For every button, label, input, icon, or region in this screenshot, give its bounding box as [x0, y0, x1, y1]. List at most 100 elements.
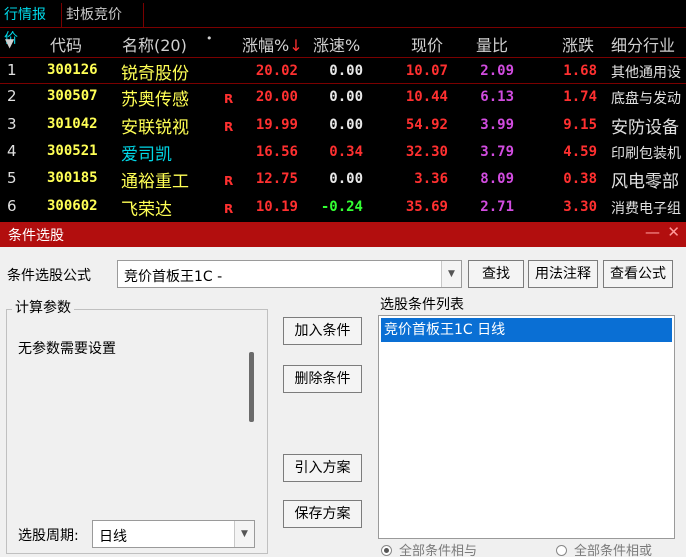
- stock-name: 锐奇股份: [121, 64, 189, 84]
- change-pct: 20.00: [255, 89, 298, 106]
- radio-dot-icon: [381, 545, 392, 556]
- radio-dot-icon: [556, 545, 567, 556]
- add-condition-button[interactable]: 加入条件: [283, 317, 362, 345]
- volume-ratio: 6.13: [480, 89, 514, 106]
- table-row[interactable]: 4 300521 爱司凯 16.56 0.34 32.30 3.79 4.59 印刷包装机: [0, 139, 686, 166]
- param-scrollbar[interactable]: [249, 352, 254, 422]
- industry: 印刷包装机: [611, 145, 681, 162]
- table-row[interactable]: 1 300126 锐奇股份 20.02 0.00 10.07 2.09 1.68 其他通用设: [0, 57, 686, 84]
- header-volume-ratio[interactable]: 量比: [476, 32, 508, 56]
- save-scheme-button[interactable]: 保存方案: [283, 500, 362, 528]
- tab-limit-bidding[interactable]: 封板竞价: [62, 3, 144, 27]
- industry: 安防设备: [611, 117, 679, 138]
- header-change-pct[interactable]: 涨幅%↓: [242, 32, 303, 56]
- volume-ratio: 3.79: [480, 143, 514, 160]
- industry: 消费电子组: [611, 200, 681, 217]
- change-speed: 0.00: [329, 171, 363, 188]
- change-speed: 0.00: [329, 116, 363, 133]
- header-code[interactable]: 代码: [50, 32, 82, 56]
- chevron-down-icon[interactable]: ▼: [234, 521, 254, 547]
- stock-code: 301042: [47, 115, 98, 132]
- quote-table-header: ▼ 代码 名称(20) • 涨幅%↓ 涨速% 现价 量比 涨跌 细分行业: [0, 28, 686, 57]
- price-change: 0.38: [563, 171, 597, 188]
- header-speed[interactable]: 涨速%: [313, 32, 360, 56]
- stock-name: 飞荣达: [121, 199, 172, 220]
- dialog-title: 条件选股: [8, 228, 64, 244]
- stock-name: 通裕重工: [121, 172, 189, 193]
- margin-flag-badge: R: [224, 92, 234, 107]
- header-name[interactable]: 名称(20): [122, 32, 187, 56]
- quote-tab-bar: 行情报价 封板竞价: [0, 0, 686, 47]
- change-speed: 0.34: [329, 143, 363, 160]
- margin-flag-badge: R: [224, 174, 234, 189]
- view-formula-button[interactable]: 查看公式: [603, 260, 673, 288]
- stock-code: 300521: [47, 142, 98, 159]
- row-index: 3: [7, 114, 17, 133]
- current-price: 54.92: [405, 116, 448, 133]
- industry: 其他通用设: [611, 65, 681, 81]
- stock-code: 300126: [47, 62, 98, 78]
- row-index: 2: [7, 87, 17, 106]
- stock-code: 300602: [47, 197, 98, 214]
- industry: 风电零部: [611, 172, 679, 193]
- formula-select-value: 竞价首板王1C -: [124, 269, 223, 285]
- change-pct: 16.56: [255, 143, 298, 160]
- condition-list-title: 选股条件列表: [380, 297, 464, 313]
- header-industry[interactable]: 细分行业: [611, 32, 675, 56]
- current-price: 32.30: [405, 143, 448, 160]
- header-price[interactable]: 现价: [411, 32, 443, 56]
- find-button[interactable]: 查找: [468, 260, 524, 288]
- stock-name: 苏奥传感: [121, 90, 189, 111]
- header-dot-icon: •: [206, 32, 213, 45]
- radio-all-and[interactable]: 全部条件相与: [381, 540, 477, 557]
- usage-notes-button[interactable]: 用法注释: [528, 260, 598, 288]
- period-select[interactable]: 日线 ▼: [92, 520, 255, 548]
- table-row[interactable]: 2 300507 苏奥传感 R 20.00 0.00 10.44 6.13 1.74 底盘与发动: [0, 84, 686, 111]
- price-change: 1.68: [563, 63, 597, 79]
- change-speed: 0.00: [329, 63, 363, 79]
- radio-all-or[interactable]: 全部条件相或: [556, 540, 652, 557]
- dialog-titlebar[interactable]: 条件选股 — ✕: [0, 222, 686, 247]
- chevron-down-icon[interactable]: ▼: [441, 261, 461, 287]
- margin-flag-badge: R: [224, 201, 234, 216]
- current-price: 10.07: [405, 63, 448, 79]
- close-icon[interactable]: ✕: [667, 223, 680, 241]
- condition-stock-picker-dialog: 条件选股 — ✕ 条件选股公式 竞价首板王1C - ▼ 查找 用法注释 查看公式…: [0, 222, 686, 557]
- volume-ratio: 2.71: [480, 198, 514, 215]
- row-index: 4: [7, 141, 17, 160]
- row-index: 1: [7, 61, 17, 79]
- column-menu-icon[interactable]: ▼: [5, 36, 14, 50]
- table-row[interactable]: 6 300602 飞荣达 R 10.19 -0.24 35.69 2.71 3.30 消费电子组: [0, 194, 686, 221]
- radio-all-or-label: 全部条件相或: [574, 544, 653, 557]
- stock-name: 安联锐视: [121, 117, 189, 138]
- price-change: 1.74: [563, 89, 597, 106]
- volume-ratio: 2.09: [480, 63, 514, 79]
- volume-ratio: 3.99: [480, 116, 514, 133]
- header-change[interactable]: 涨跌: [562, 32, 594, 56]
- volume-ratio: 8.09: [480, 171, 514, 188]
- current-price: 3.36: [414, 171, 448, 188]
- row-index: 5: [7, 169, 17, 188]
- table-row[interactable]: 5 300185 通裕重工 R 12.75 0.00 3.36 8.09 0.38 风电零部: [0, 166, 686, 193]
- current-price: 35.69: [405, 198, 448, 215]
- price-change: 3.30: [563, 198, 597, 215]
- price-change: 4.59: [563, 143, 597, 160]
- condition-list[interactable]: 竞价首板王1C 日线: [378, 315, 675, 539]
- change-speed: 0.00: [329, 89, 363, 106]
- change-pct: 10.19: [255, 198, 298, 215]
- list-item[interactable]: 竞价首板王1C 日线: [381, 318, 672, 342]
- price-change: 9.15: [563, 116, 597, 133]
- radio-all-and-label: 全部条件相与: [399, 544, 478, 557]
- period-select-value: 日线: [99, 529, 127, 545]
- change-pct: 12.75: [255, 171, 298, 188]
- row-index: 6: [7, 196, 17, 215]
- industry: 底盘与发动: [611, 91, 681, 108]
- delete-condition-button[interactable]: 删除条件: [283, 365, 362, 393]
- import-scheme-button[interactable]: 引入方案: [283, 454, 362, 482]
- tab-market-quotes[interactable]: 行情报价: [0, 3, 62, 47]
- table-row[interactable]: 3 301042 安联锐视 R 19.99 0.00 54.92 3.99 9.15 安防设备: [0, 112, 686, 139]
- header-change-pct-label: 涨幅%: [242, 36, 290, 55]
- change-pct: 19.99: [255, 116, 298, 133]
- formula-select[interactable]: 竞价首板王1C - ▼: [117, 260, 462, 288]
- minimize-icon[interactable]: —: [645, 223, 660, 241]
